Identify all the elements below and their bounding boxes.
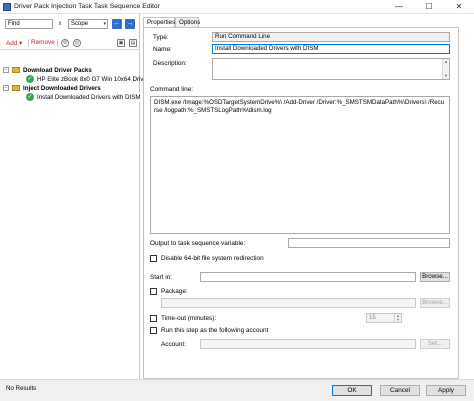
description-field[interactable]: ▲ ▼ <box>212 58 450 80</box>
step-toolbar: Add ▾ Remove ⊘ ◎ ▣ ▤ <box>0 36 140 50</box>
package-checkbox[interactable] <box>150 288 157 295</box>
tree-group-label: Inject Downloaded Drivers <box>23 85 101 92</box>
package-browse-button: Browse... <box>420 298 450 308</box>
account-set-button: Set... <box>420 339 450 349</box>
toolbar-divider <box>57 39 58 47</box>
move-up-icon[interactable]: ▣ <box>117 39 125 47</box>
chevron-down-icon: ▾ <box>103 21 106 27</box>
package-label: Package: <box>161 288 188 295</box>
name-label: Name: <box>153 46 172 53</box>
toolbar-divider <box>28 39 29 47</box>
output-variable-label: Output to task sequence variable: <box>150 240 246 247</box>
type-field: Run Command Line <box>212 32 450 42</box>
clear-find-icon[interactable]: x <box>55 19 65 29</box>
scroll-up-icon[interactable]: ▲ <box>443 59 449 65</box>
apply-button[interactable]: Apply <box>426 385 466 396</box>
account-field <box>200 339 416 349</box>
next-result-button[interactable]: → <box>125 19 135 29</box>
timeout-stepper: 15 ▲ ▼ <box>366 313 402 323</box>
scroll-down-icon[interactable]: ▼ <box>443 73 449 79</box>
ok-button[interactable]: OK <box>332 385 372 396</box>
start-in-label: Start in: <box>150 274 173 281</box>
find-input[interactable]: Find <box>5 19 53 29</box>
properties-panel: Type: Run Command Line Name: Install Dow… <box>143 27 459 379</box>
enable-step-icon[interactable]: ◎ <box>73 39 81 47</box>
folder-icon <box>12 67 20 73</box>
output-variable-field[interactable] <box>288 238 450 248</box>
cancel-button[interactable]: Cancel <box>380 385 420 396</box>
start-in-field[interactable] <box>200 272 416 282</box>
status-bar: No Results OK Cancel Apply <box>0 379 474 401</box>
tree-group-label: Download Driver Packs <box>23 67 92 74</box>
folder-icon <box>12 85 20 91</box>
name-field[interactable]: Install Downloaded Drivers with DISM <box>212 44 450 54</box>
window-title: Driver Pack Injection Task Task Sequence… <box>14 3 160 10</box>
scope-dropdown[interactable]: Scope ▾ <box>68 19 108 29</box>
tree-step-label: Install Downloaded Drivers with DISM <box>37 93 141 102</box>
remove-button[interactable]: Remove <box>31 39 55 46</box>
task-sequence-pane: Find x Scope ▾ ← → Add ▾ Remove ⊘ ◎ ▣ ▤ … <box>0 14 155 379</box>
add-menu-button[interactable]: Add ▾ <box>6 39 22 47</box>
scope-value: Scope <box>71 21 89 27</box>
disable-redirection-label: Disable 64-bit file system redirection <box>161 255 264 262</box>
tab-options[interactable]: Options <box>175 17 200 27</box>
package-field <box>161 298 416 308</box>
command-line-label: Command line: <box>150 86 193 93</box>
collapse-icon[interactable]: − <box>3 85 9 91</box>
minimize-button[interactable]: — <box>384 0 414 14</box>
timeout-value: 15 <box>369 315 376 321</box>
move-down-icon[interactable]: ▤ <box>129 39 137 47</box>
run-as-account-label: Run this step as the following account <box>161 327 269 334</box>
run-as-account-checkbox[interactable] <box>150 327 157 334</box>
tree-step-label: HP Elite zBook 8x0 G7 Win 10x64 Driver P <box>37 76 155 83</box>
stepper-arrows-icon: ▲ ▼ <box>394 314 401 322</box>
success-check-icon: ✓ <box>26 75 34 83</box>
timeout-checkbox[interactable] <box>150 315 157 322</box>
disable-redirection-checkbox[interactable] <box>150 255 157 262</box>
description-label: Description: <box>153 60 187 67</box>
app-icon <box>3 3 11 11</box>
status-text: No Results <box>6 385 37 392</box>
collapse-icon[interactable]: − <box>3 67 9 73</box>
title-bar: Driver Pack Injection Task Task Sequence… <box>0 0 474 14</box>
command-line-field[interactable]: DISM.exe /Image:%OSDTargetSystemDrive%\ … <box>150 96 450 234</box>
maximize-button[interactable]: ☐ <box>414 0 444 14</box>
type-label: Type: <box>153 34 169 41</box>
account-label: Account: <box>161 341 186 348</box>
previous-result-button[interactable]: ← <box>112 19 122 29</box>
tab-properties[interactable]: Properties <box>143 17 175 27</box>
disable-step-icon[interactable]: ⊘ <box>61 39 69 47</box>
description-scrollbar[interactable]: ▲ ▼ <box>442 59 449 79</box>
timeout-label: Time-out (minutes): <box>161 315 217 322</box>
close-button[interactable]: ✕ <box>444 0 474 14</box>
start-in-browse-button[interactable]: Browse... <box>420 272 450 282</box>
success-check-icon: ✓ <box>26 93 34 101</box>
